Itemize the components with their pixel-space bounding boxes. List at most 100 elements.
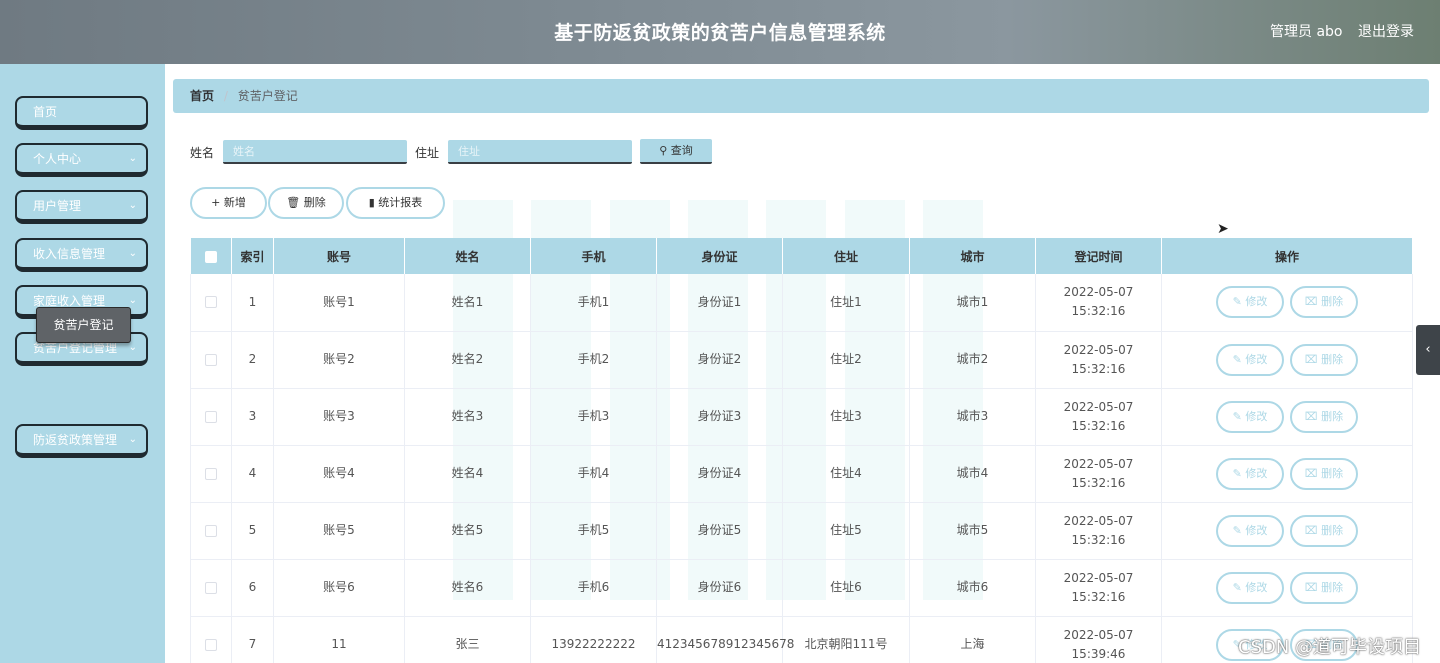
row-checkbox[interactable] — [205, 581, 217, 594]
row-name: 姓名3 — [404, 388, 531, 446]
row-address: 住址5 — [782, 502, 910, 560]
edit-button[interactable]: ✎ 修改 — [1216, 571, 1284, 604]
delete-button[interactable]: ⌧ 删除 — [1290, 343, 1358, 376]
row-name: 姓名6 — [404, 559, 531, 617]
bar-chart-icon: ▮ — [368, 196, 375, 209]
delete-button[interactable]: ⌧ 删除 — [1290, 400, 1358, 433]
row-checkbox[interactable] — [205, 353, 217, 366]
address-search-input[interactable] — [448, 140, 632, 164]
table-row[interactable]: 6 账号6 姓名6 手机6 身份证6 住址6 城市6 2022-05-07 15:32:16 ✎… — [190, 559, 1413, 617]
row-select-cell[interactable] — [190, 388, 232, 446]
row-checkbox[interactable] — [205, 410, 217, 423]
row-register-time: 2022-05-07 15:39:46 — [1035, 616, 1162, 663]
sidebar-item-label: 用户管理 — [33, 199, 82, 213]
row-index: 5 — [231, 502, 274, 560]
edit-button[interactable]: ✎ 修改 — [1216, 400, 1284, 433]
sidebar-item-home[interactable]: 首页 — [15, 96, 148, 130]
delete-selected-button[interactable]: 🗑 删除 — [268, 187, 344, 219]
row-select-cell[interactable] — [190, 445, 232, 503]
row-address: 北京朝阳111号 — [782, 616, 910, 663]
sidebar-item-user-management[interactable]: 用户管理 ⌄ — [15, 190, 148, 224]
edit-button[interactable]: ✎ 修改 — [1216, 343, 1284, 376]
table-row[interactable]: 4 账号4 姓名4 手机4 身份证4 住址4 城市4 2022-05-07 15:32:16 ✎… — [190, 445, 1413, 503]
row-city: 城市6 — [909, 559, 1036, 617]
add-button[interactable]: + 新增 — [190, 187, 267, 219]
row-id-card: 身份证2 — [656, 331, 783, 389]
sidebar-item-label: 贫苦户登记管理 — [33, 341, 118, 355]
delete-button[interactable]: ⌧ 删除 — [1290, 286, 1358, 319]
row-select-cell[interactable] — [190, 502, 232, 560]
column-header: 手机 — [530, 238, 657, 274]
sidebar-item-label: 个人中心 — [33, 152, 82, 166]
row-address: 住址3 — [782, 388, 910, 446]
row-actions: ✎ 修改 ⌧ 删除 — [1161, 445, 1413, 503]
row-phone: 手机1 — [530, 274, 657, 332]
row-index: 4 — [231, 445, 274, 503]
submenu-poverty-register[interactable]: 贫苦户登记 — [36, 307, 131, 343]
row-address: 住址6 — [782, 559, 910, 617]
app-title: 基于防返贫政策的贫苦户信息管理系统 — [554, 22, 886, 44]
sidebar-item-income-info[interactable]: 收入信息管理 ⌄ — [15, 238, 148, 272]
table-row[interactable]: 2 账号2 姓名2 手机2 身份证2 住址2 城市2 2022-05-07 15:32:16 ✎… — [190, 331, 1413, 389]
logout-link[interactable]: 退出登录 — [1358, 21, 1414, 41]
row-phone: 手机5 — [530, 502, 657, 560]
csdn-watermark: CSDN @道可毕设项目 — [1238, 637, 1422, 658]
row-address: 住址1 — [782, 274, 910, 332]
statistics-report-button[interactable]: ▮ 统计报表 — [346, 187, 445, 219]
row-checkbox[interactable] — [205, 296, 217, 309]
row-select-cell[interactable] — [190, 616, 232, 663]
row-account: 账号3 — [273, 388, 405, 446]
query-button[interactable]: ⚲ 查询 — [640, 139, 712, 164]
collapse-panel-toggle[interactable]: ‹ — [1416, 325, 1440, 375]
row-name: 姓名4 — [404, 445, 531, 503]
row-phone: 手机2 — [530, 331, 657, 389]
row-phone: 手机6 — [530, 559, 657, 617]
column-header: 城市 — [909, 238, 1036, 274]
row-account: 账号1 — [273, 274, 405, 332]
delete-button[interactable]: ⌧ 删除 — [1290, 514, 1358, 547]
column-header: 姓名 — [404, 238, 531, 274]
row-select-cell[interactable] — [190, 331, 232, 389]
sidebar-item-label: 防返贫政策管理 — [33, 433, 118, 447]
row-checkbox[interactable] — [205, 524, 217, 537]
edit-button-label: 修改 — [1245, 352, 1268, 366]
edit-button-label: 修改 — [1245, 466, 1268, 480]
row-index: 3 — [231, 388, 274, 446]
row-checkbox[interactable] — [205, 638, 217, 651]
row-select-cell[interactable] — [190, 274, 232, 332]
delete-button[interactable]: ⌧ 删除 — [1290, 457, 1358, 490]
table-row[interactable]: 7 11 张三 13922222222 412345678912345678 北京朝阳11… — [190, 616, 1413, 663]
edit-button[interactable]: ✎ 修改 — [1216, 286, 1284, 319]
row-actions: ✎ 修改 ⌧ 删除 — [1161, 331, 1413, 389]
row-name: 张三 — [404, 616, 531, 663]
row-account: 11 — [273, 616, 405, 663]
sidebar-item-label: 收入信息管理 — [33, 247, 106, 261]
edit-button[interactable]: ✎ 修改 — [1216, 457, 1284, 490]
row-city: 城市4 — [909, 445, 1036, 503]
delete-button[interactable]: ⌧ 删除 — [1290, 571, 1358, 604]
delete-button-label: 删除 — [303, 196, 326, 209]
top-header: 基于防返贫政策的贫苦户信息管理系统 管理员 abo 退出登录 — [0, 0, 1440, 64]
row-id-card: 身份证3 — [656, 388, 783, 446]
select-all-checkbox[interactable] — [204, 250, 217, 263]
sidebar-item-personal-center[interactable]: 个人中心 ⌄ — [15, 143, 148, 177]
trash-icon: 🗑 — [286, 196, 301, 209]
row-id-card: 身份证6 — [656, 559, 783, 617]
sidebar-item-policy-management[interactable]: 防返贫政策管理 ⌄ — [15, 424, 148, 458]
select-all-cell[interactable] — [190, 238, 232, 274]
row-checkbox[interactable] — [205, 467, 217, 480]
breadcrumb-home[interactable]: 首页 — [190, 89, 214, 103]
row-actions: ✎ 修改 ⌧ 删除 — [1161, 502, 1413, 560]
edit-button[interactable]: ✎ 修改 — [1216, 514, 1284, 547]
row-register-time: 2022-05-07 15:32:16 — [1035, 274, 1162, 332]
table-row[interactable]: 1 账号1 姓名1 手机1 身份证1 住址1 城市1 2022-05-07 15:32:16 ✎… — [190, 274, 1413, 332]
row-city: 城市2 — [909, 331, 1036, 389]
table-row[interactable]: 3 账号3 姓名3 手机3 身份证3 住址3 城市3 2022-05-07 15:32:16 ✎… — [190, 388, 1413, 446]
name-search-input[interactable] — [223, 140, 407, 164]
table-row[interactable]: 5 账号5 姓名5 手机5 身份证5 住址5 城市5 2022-05-07 15:32:16 ✎… — [190, 502, 1413, 560]
chevron-down-icon: ⌄ — [128, 153, 137, 164]
row-select-cell[interactable] — [190, 559, 232, 617]
mouse-cursor-icon: ➤ — [1217, 221, 1229, 237]
row-account: 账号6 — [273, 559, 405, 617]
column-header: 身份证 — [656, 238, 783, 274]
